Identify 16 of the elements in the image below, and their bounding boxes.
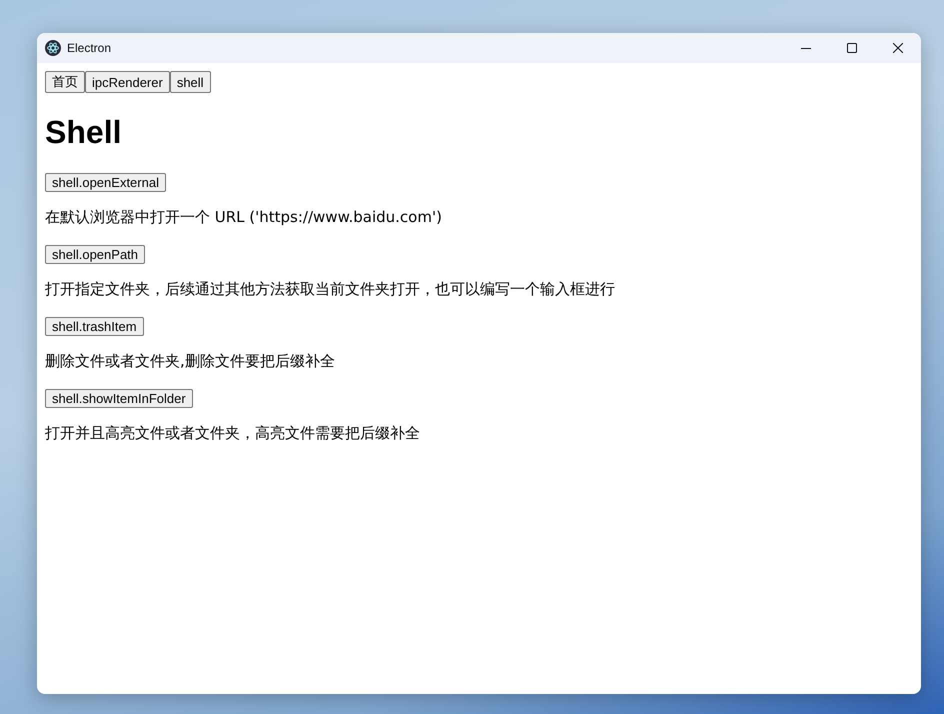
action-button[interactable]: shell.openPath <box>45 245 146 264</box>
close-icon <box>893 43 903 53</box>
description-text: 在默认浏览器中打开一个 URL ('https://www.baidu.com') <box>45 208 443 227</box>
description-text: 删除文件或者文件夹,删除文件要把后缀补全 <box>45 352 336 371</box>
nav-button[interactable]: 首页 <box>45 71 85 93</box>
description-text: 打开并且高亮文件或者文件夹，高亮文件需要把后缀补全 <box>45 424 421 443</box>
window-title: Electron <box>67 41 112 55</box>
maximize-icon <box>847 43 857 53</box>
description-text: 打开指定文件夹，后续通过其他方法获取当前文件夹打开，也可以编写一个输入框进行 <box>45 280 616 299</box>
nav-button[interactable]: shell <box>170 71 211 93</box>
action-button[interactable]: shell.openExternal <box>45 173 166 192</box>
app-logo-icon <box>45 40 61 56</box>
page-heading: Shell <box>45 114 122 151</box>
action-button[interactable]: shell.showItemInFolder <box>45 389 193 408</box>
action-button[interactable]: shell.trashItem <box>45 317 144 336</box>
nav-button[interactable]: ipcRenderer <box>85 71 170 93</box>
